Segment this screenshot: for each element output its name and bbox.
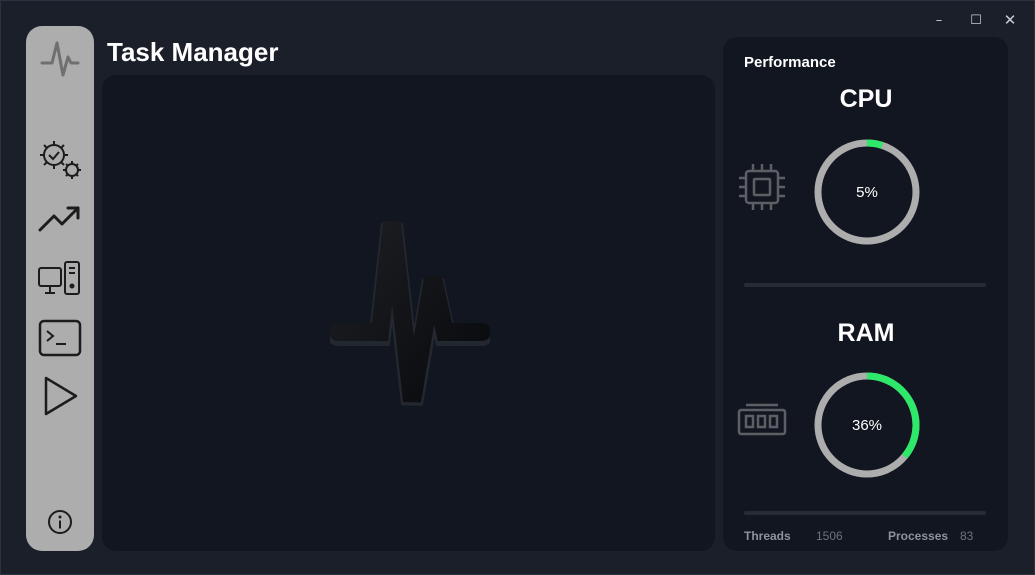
terminal-icon[interactable] <box>35 313 85 363</box>
cpu-title: CPU <box>839 85 893 113</box>
main-panel <box>102 75 715 551</box>
close-button[interactable]: ✕ <box>995 9 1025 31</box>
performance-title: Performance <box>744 54 836 71</box>
performance-panel: Performance CPU 5% RAM 36% Threads 1506 … <box>723 37 1008 551</box>
divider <box>744 511 986 515</box>
cpu-chip-icon <box>736 161 788 218</box>
processes-value: 83 <box>960 529 974 543</box>
pulse-logo-icon <box>35 33 85 83</box>
ram-module-icon <box>736 403 788 446</box>
desktop-computer-icon[interactable] <box>35 254 85 304</box>
minimize-button[interactable]: – <box>924 9 954 31</box>
app-window: – ☐ ✕ Task Manager Performance CPU 5% RA… <box>0 0 1035 575</box>
pulse-logo-icon <box>327 218 493 419</box>
info-icon[interactable] <box>35 497 85 547</box>
cpu-percent: 5% <box>856 183 878 201</box>
processes-label: Processes <box>888 529 949 543</box>
threads-label: Threads <box>744 529 791 543</box>
page-title: Task Manager <box>107 37 279 67</box>
cpu-usage-gauge: 5% <box>812 137 922 252</box>
ram-usage-gauge: 36% <box>812 370 922 485</box>
play-icon[interactable] <box>35 371 85 421</box>
divider <box>744 283 986 287</box>
maximize-button[interactable]: ☐ <box>961 9 991 31</box>
sidebar <box>26 26 94 551</box>
ram-title: RAM <box>837 319 895 347</box>
ram-percent: 36% <box>851 416 883 434</box>
gears-icon[interactable] <box>35 134 85 184</box>
threads-value: 1506 <box>816 529 843 543</box>
trend-up-icon[interactable] <box>35 194 85 244</box>
